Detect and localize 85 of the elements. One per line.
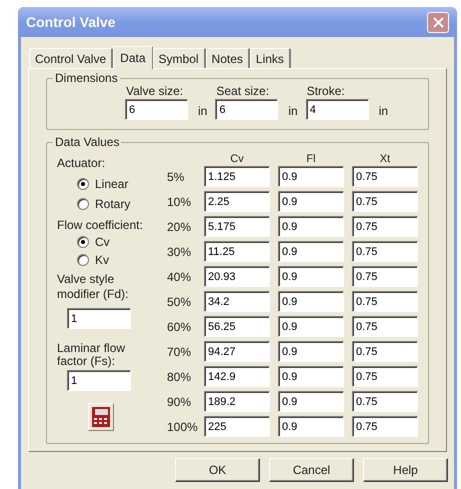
input-field[interactable]: 11.25	[204, 241, 270, 262]
input-field[interactable]: 0.75	[352, 266, 418, 287]
radio-label: Kv	[95, 252, 110, 269]
input-field[interactable]: 0.9	[278, 216, 344, 237]
close-button[interactable]	[427, 12, 449, 32]
percent-label: 30%	[167, 244, 192, 260]
radio-label: Rotary	[95, 196, 130, 213]
percent-label: 5%	[167, 168, 186, 186]
input-field[interactable]: 1	[67, 370, 131, 391]
percent-label: 60%	[167, 318, 192, 336]
input-field[interactable]: 0.9	[278, 291, 344, 312]
input-field[interactable]: 20.93	[204, 266, 270, 287]
tab[interactable]: Control Valve	[29, 48, 114, 68]
dialog-button[interactable]: OK	[175, 458, 260, 482]
input-field[interactable]: 94.27	[204, 341, 270, 362]
calculator-button[interactable]	[88, 403, 114, 431]
input-field[interactable]: 5.175	[204, 216, 270, 237]
dialog-button[interactable]: Cancel	[269, 458, 354, 482]
group-title: Dimensions	[53, 71, 120, 85]
percent-label: 80%	[167, 368, 192, 386]
input-field[interactable]: 0.9	[278, 341, 344, 362]
field-label: Stroke:	[306, 83, 346, 99]
field-label: Valve size:	[125, 83, 184, 99]
input-field[interactable]: 0.75	[352, 366, 418, 387]
calculator-icon	[92, 407, 110, 427]
laminar-flow-label: Laminar flow factor (Fs):	[57, 342, 126, 368]
input-field[interactable]: 0.75	[352, 316, 418, 337]
percent-label: 100%	[167, 418, 196, 436]
percent-label: 90%	[167, 394, 192, 410]
input-field[interactable]: 1	[67, 308, 131, 329]
input-field[interactable]: 6	[125, 99, 188, 120]
input-field[interactable]: 0.9	[278, 366, 344, 387]
input-field[interactable]: 1.125	[204, 166, 270, 187]
window-title: Control Valve	[26, 12, 116, 32]
tab[interactable]: Notes	[206, 48, 250, 68]
modifier-label: Valve style modifier (Fd):	[57, 272, 130, 302]
input-field[interactable]: 0.75	[352, 241, 418, 262]
input-field[interactable]: 0.75	[352, 391, 418, 412]
input-field[interactable]: 0.9	[278, 266, 344, 287]
percent-label: 40%	[167, 268, 192, 286]
input-field[interactable]: 0.9	[278, 166, 344, 187]
radio-button[interactable]	[77, 236, 89, 248]
input-field[interactable]: 225	[204, 416, 270, 437]
input-field[interactable]: 0.75	[352, 416, 418, 437]
input-field[interactable]: 142.9	[204, 366, 270, 387]
column-header: Xt	[378, 152, 392, 166]
input-field[interactable]: 34.2	[204, 291, 270, 312]
radio-button[interactable]	[77, 198, 89, 210]
radio-label: Cv	[95, 234, 110, 251]
input-field[interactable]: 189.2	[204, 391, 270, 412]
dialog-button[interactable]: Help	[363, 458, 448, 482]
column-header: Cv	[229, 152, 245, 166]
field-label: Seat size:	[215, 83, 270, 99]
input-field[interactable]: 0.75	[352, 291, 418, 312]
input-field[interactable]: 0.9	[278, 416, 344, 437]
input-field[interactable]: 0.75	[352, 166, 418, 187]
group-title: Data Values	[53, 135, 122, 149]
percent-label: 10%	[167, 194, 192, 210]
radio-label: Linear	[95, 176, 128, 193]
tab[interactable]: Data	[113, 46, 153, 69]
input-field[interactable]: 0.75	[352, 216, 418, 237]
tab[interactable]: Symbol	[152, 48, 206, 68]
unit-label: in	[288, 103, 298, 120]
input-field[interactable]: 0.9	[278, 191, 344, 212]
radio-button[interactable]	[77, 178, 89, 190]
tab[interactable]: Links	[250, 48, 291, 68]
actuator-label: Actuator:	[57, 155, 106, 171]
close-icon	[432, 16, 444, 28]
percent-label: 50%	[167, 294, 192, 310]
input-field[interactable]: 4	[306, 99, 369, 120]
input-field[interactable]: 0.75	[352, 191, 418, 212]
flow-coefficient-label: Flow coefficient:	[57, 217, 144, 233]
input-field[interactable]: 0.9	[278, 391, 344, 412]
column-header: Fl	[305, 152, 317, 166]
unit-label: in	[198, 103, 208, 120]
percent-label: 20%	[167, 218, 192, 236]
input-field[interactable]: 2.25	[204, 191, 270, 212]
input-field[interactable]: 56.25	[204, 316, 270, 337]
radio-button[interactable]	[77, 254, 89, 266]
input-field[interactable]: 6	[215, 99, 278, 120]
unit-label: in	[378, 103, 388, 120]
input-field[interactable]: 0.75	[352, 341, 418, 362]
input-field[interactable]: 0.9	[278, 241, 344, 262]
input-field[interactable]: 0.9	[278, 316, 344, 337]
percent-label: 70%	[167, 344, 192, 360]
